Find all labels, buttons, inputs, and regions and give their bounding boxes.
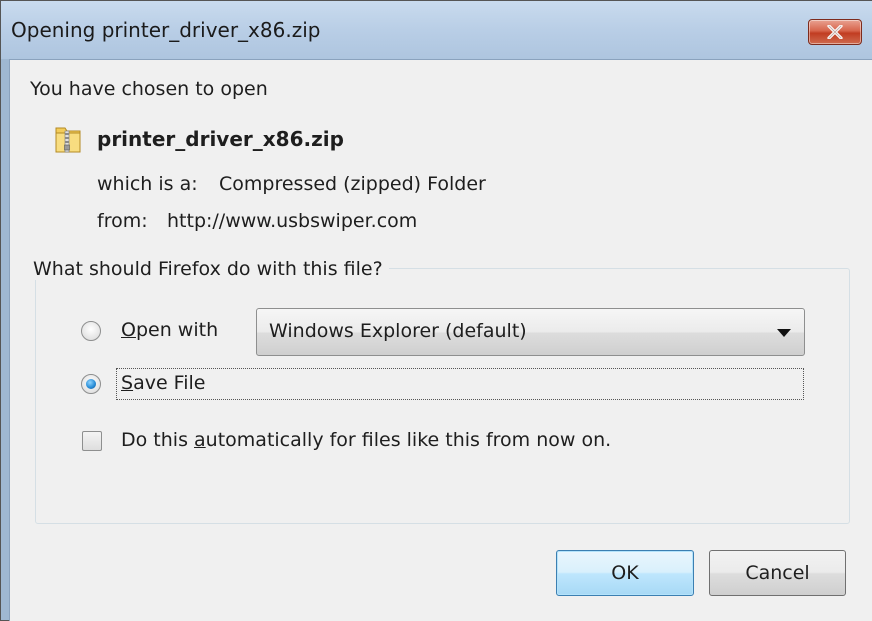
close-icon [827, 25, 843, 39]
close-button[interactable] [808, 19, 862, 45]
cancel-button[interactable]: Cancel [709, 550, 846, 596]
open-with-dropdown-value: Windows Explorer (default) [269, 320, 527, 342]
file-type-row: which is a: Compressed (zipped) Folder [97, 173, 486, 195]
auto-action-label[interactable]: Do this automatically for files like thi… [121, 429, 611, 451]
title-bar[interactable]: Opening printer_driver_x86.zip [1, 1, 872, 59]
file-type-value: Compressed (zipped) Folder [219, 173, 486, 195]
window-title: Opening printer_driver_x86.zip [11, 18, 321, 42]
save-file-label[interactable]: Save File [121, 372, 205, 394]
file-source-value: http://www.usbswiper.com [167, 210, 418, 232]
file-source-row: from: http://www.usbswiper.com [97, 210, 417, 232]
ok-button[interactable]: OK [556, 550, 694, 596]
file-source-label: from: [97, 210, 148, 232]
file-name: printer_driver_x86.zip [97, 127, 344, 151]
file-type-label: which is a: [97, 173, 198, 195]
zip-folder-icon [55, 127, 81, 153]
action-group-legend: What should Firefox do with this file? [27, 258, 389, 280]
open-with-radio[interactable] [81, 321, 101, 341]
chevron-down-icon [777, 329, 791, 337]
save-file-radio[interactable] [81, 374, 101, 394]
open-with-label[interactable]: Open with [121, 319, 218, 341]
auto-action-checkbox[interactable] [82, 431, 102, 451]
save-file-focus-ring [116, 368, 804, 400]
dialog-heading: You have chosen to open [30, 78, 268, 100]
open-with-dropdown[interactable]: Windows Explorer (default) [256, 308, 805, 356]
